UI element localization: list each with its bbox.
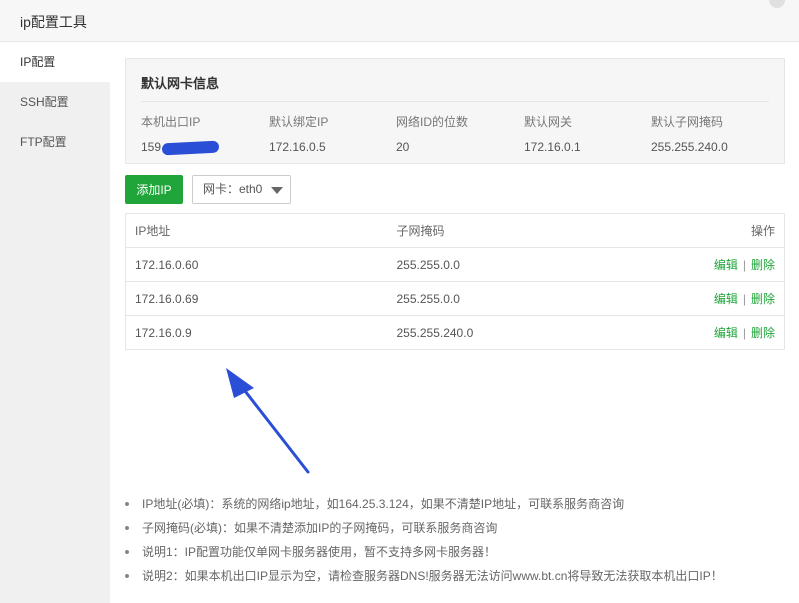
nic-select-value: 网卡：eth0 [203,182,263,196]
table-row: 172.16.0.60 255.255.0.0 编辑 | 删除 [125,247,785,282]
edit-link[interactable]: 编辑 [714,326,738,340]
delete-link[interactable]: 删除 [751,326,775,340]
note-item: 说明2：如果本机出口IP显示为空，请检查服务器DNS!服务器无法访问www.bt… [125,564,723,588]
field-value: 20 [396,140,410,154]
annotation-arrow-icon [226,368,310,474]
ops-separator: | [742,258,746,272]
cell-ops: 编辑 | 删除 [687,247,785,282]
main-content: 默认网卡信息 本机出口IP 159 默认绑定IP 172.16.0.5 网络ID… [110,42,799,603]
title-bar: ip配置工具 [0,0,799,42]
cell-ip: 172.16.0.69 [125,281,388,316]
nic-field-exit-ip: 本机出口IP 159 [141,113,220,156]
nic-field-bound-ip: 默认绑定IP 172.16.0.5 [269,113,328,154]
table-row: 172.16.0.69 255.255.0.0 编辑 | 删除 [125,281,785,316]
note-item: IP地址(必填)：系统的网络ip地址，如164.25.3.124，如果不清楚IP… [125,492,723,516]
header-ip: IP地址 [125,213,388,248]
field-value: 159 [141,140,162,154]
add-ip-button[interactable]: 添加IP [125,175,183,204]
header-ops: 操作 [687,213,785,248]
notes-list: IP地址(必填)：系统的网络ip地址，如164.25.3.124，如果不清楚IP… [125,492,723,588]
cell-ip: 172.16.0.60 [125,247,388,282]
field-label: 默认绑定IP [269,115,329,129]
note-item: 说明1：IP配置功能仅单网卡服务器使用，暂不支持多网卡服务器！ [125,540,723,564]
edit-link[interactable]: 编辑 [714,292,738,306]
ip-table: IP地址 子网掩码 操作 172.16.0.60 255.255.0.0 编辑 |… [125,213,785,350]
panel-divider [141,101,769,102]
sidebar: IP配置 SSH配置 FTP配置 [0,42,110,603]
field-value-row: 159 [141,140,220,156]
panel-title: 默认网卡信息 [141,76,220,91]
field-label: 本机出口IP [141,115,201,129]
default-nic-info-panel: 默认网卡信息 本机出口IP 159 默认绑定IP 172.16.0.5 网络ID… [125,58,785,164]
field-label: 默认子网掩码 [651,115,724,129]
nic-field-subnet-mask: 默认子网掩码 255.255.240.0 [651,113,728,154]
delete-link[interactable]: 删除 [751,258,775,272]
cell-ip: 172.16.0.9 [125,315,388,350]
cell-mask: 255.255.0.0 [387,281,688,316]
nic-field-network-bits: 网络ID的位数 20 [396,113,468,154]
sidebar-item-ssh-config[interactable]: SSH配置 [0,82,110,122]
field-label: 默认网关 [524,115,573,129]
field-value: 255.255.240.0 [651,140,728,154]
nic-field-gateway: 默认网关 172.16.0.1 [524,113,581,154]
cell-ops: 编辑 | 删除 [687,281,785,316]
ops-separator: | [742,292,746,306]
cell-mask: 255.255.240.0 [387,315,688,350]
sidebar-item-ftp-config[interactable]: FTP配置 [0,122,110,162]
field-value: 172.16.0.5 [269,140,326,154]
delete-link[interactable]: 删除 [751,292,775,306]
field-value: 172.16.0.1 [524,140,581,154]
table-row: 172.16.0.9 255.255.240.0 编辑 | 删除 [125,315,785,350]
note-item: 子网掩码(必填)：如果不清楚添加IP的子网掩码，可联系服务商咨询 [125,516,723,540]
cell-mask: 255.255.0.0 [387,247,688,282]
window-corner-decoration [769,0,785,8]
table-header-row: IP地址 子网掩码 操作 [125,213,785,248]
cell-ops: 编辑 | 删除 [687,315,785,350]
chevron-down-icon [271,187,283,194]
ops-separator: | [742,326,746,340]
edit-link[interactable]: 编辑 [714,258,738,272]
nic-select[interactable]: 网卡：eth0 [192,175,291,204]
redaction-scribble [161,140,220,156]
header-mask: 子网掩码 [387,213,688,248]
field-label: 网络ID的位数 [396,115,469,129]
sidebar-item-ip-config[interactable]: IP配置 [0,42,110,82]
window-title: ip配置工具 [20,14,87,30]
